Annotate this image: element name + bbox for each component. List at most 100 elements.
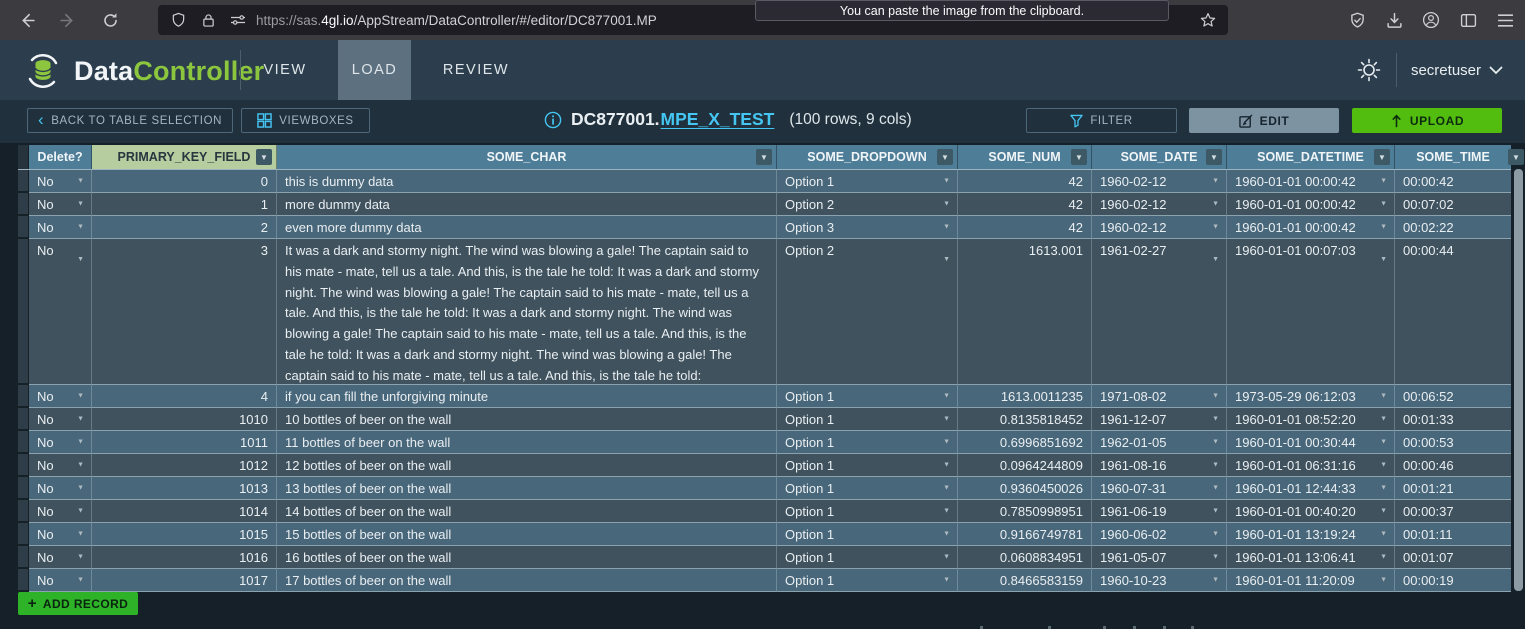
cell-some-num[interactable]: 1613.0011235 bbox=[958, 385, 1092, 408]
cell-primary-key[interactable]: 1013 bbox=[92, 477, 277, 500]
cell-some-num[interactable]: 42 bbox=[958, 193, 1092, 216]
cell-some-num[interactable]: 42 bbox=[958, 170, 1092, 193]
cell-some-char[interactable]: 17 bottles of beer on the wall bbox=[277, 569, 777, 592]
column-header-some-date[interactable]: SOME_DATE▼ bbox=[1092, 145, 1227, 169]
row-handle[interactable] bbox=[18, 385, 29, 408]
row-handle[interactable] bbox=[18, 500, 29, 523]
dropdown-caret-icon[interactable]: ▼ bbox=[1380, 171, 1387, 192]
dropdown-caret-icon[interactable]: ▼ bbox=[943, 547, 950, 568]
cell-delete[interactable]: No▼ bbox=[29, 193, 92, 216]
cell-some-time[interactable]: 00:01:33 bbox=[1395, 408, 1511, 431]
cell-some-dropdown[interactable]: Option 2▼ bbox=[777, 239, 958, 385]
dropdown-caret-icon[interactable]: ▼ bbox=[1212, 409, 1219, 430]
cell-primary-key[interactable]: 1016 bbox=[92, 546, 277, 569]
cell-some-dropdown[interactable]: Option 1▼ bbox=[777, 408, 958, 431]
row-handle[interactable] bbox=[18, 239, 29, 385]
row-handle[interactable] bbox=[18, 546, 29, 569]
cell-some-datetime[interactable]: 1960-01-01 00:30:44▼ bbox=[1227, 431, 1395, 454]
cell-primary-key[interactable]: 1 bbox=[92, 193, 277, 216]
column-header-primary-key-field[interactable]: PRIMARY_KEY_FIELD▼ bbox=[92, 145, 277, 169]
dropdown-caret-icon[interactable]: ▼ bbox=[943, 501, 950, 522]
cell-some-datetime[interactable]: 1960-01-01 00:07:03▼ bbox=[1227, 239, 1395, 385]
dropdown-caret-icon[interactable]: ▼ bbox=[1212, 171, 1219, 192]
dropdown-caret-icon[interactable]: ▼ bbox=[943, 250, 950, 271]
cell-some-datetime[interactable]: 1960-01-01 00:00:42▼ bbox=[1227, 170, 1395, 193]
cell-some-date[interactable]: 1960-07-31▼ bbox=[1092, 477, 1227, 500]
dropdown-caret-icon[interactable]: ▼ bbox=[1380, 217, 1387, 238]
viewboxes-button[interactable]: VIEWBOXES bbox=[241, 108, 370, 133]
bookmark-star-icon[interactable] bbox=[1198, 10, 1218, 30]
dropdown-caret-icon[interactable]: ▼ bbox=[77, 455, 84, 476]
dropdown-caret-icon[interactable]: ▼ bbox=[1212, 386, 1219, 407]
permissions-icon[interactable] bbox=[228, 10, 248, 30]
filter-button[interactable]: FILTER bbox=[1026, 108, 1177, 133]
cell-primary-key[interactable]: 1014 bbox=[92, 500, 277, 523]
dropdown-caret-icon[interactable]: ▼ bbox=[1380, 432, 1387, 453]
dropdown-caret-icon[interactable]: ▼ bbox=[943, 432, 950, 453]
cell-some-datetime[interactable]: 1973-05-29 06:12:03▼ bbox=[1227, 385, 1395, 408]
cell-some-char[interactable]: 16 bottles of beer on the wall bbox=[277, 546, 777, 569]
cell-some-char[interactable]: 15 bottles of beer on the wall bbox=[277, 523, 777, 546]
dropdown-caret-icon[interactable]: ▼ bbox=[77, 250, 84, 271]
filter-dropdown-icon[interactable]: ▼ bbox=[1071, 149, 1087, 165]
row-handle[interactable] bbox=[18, 216, 29, 239]
cell-some-time[interactable]: 00:00:42 bbox=[1395, 170, 1511, 193]
dropdown-caret-icon[interactable]: ▼ bbox=[943, 524, 950, 545]
cell-some-time[interactable]: 00:01:21 bbox=[1395, 477, 1511, 500]
cell-delete[interactable]: No▼ bbox=[29, 408, 92, 431]
dropdown-caret-icon[interactable]: ▼ bbox=[1212, 194, 1219, 215]
cell-some-dropdown[interactable]: Option 1▼ bbox=[777, 546, 958, 569]
dropdown-caret-icon[interactable]: ▼ bbox=[943, 409, 950, 430]
cell-some-num[interactable]: 0.0608834951 bbox=[958, 546, 1092, 569]
row-handle[interactable] bbox=[18, 523, 29, 546]
column-header-some-time[interactable]: SOME_TIME▼ bbox=[1395, 145, 1511, 169]
dropdown-caret-icon[interactable]: ▼ bbox=[77, 386, 84, 407]
cell-delete[interactable]: No▼ bbox=[29, 216, 92, 239]
cell-some-date[interactable]: 1960-02-12▼ bbox=[1092, 193, 1227, 216]
cell-some-datetime[interactable]: 1960-01-01 12:44:33▼ bbox=[1227, 477, 1395, 500]
dropdown-caret-icon[interactable]: ▼ bbox=[943, 570, 950, 591]
dropdown-caret-icon[interactable]: ▼ bbox=[1380, 250, 1387, 271]
dropdown-caret-icon[interactable]: ▼ bbox=[1212, 570, 1219, 591]
dropdown-caret-icon[interactable]: ▼ bbox=[1380, 455, 1387, 476]
cell-primary-key[interactable]: 2 bbox=[92, 216, 277, 239]
dropdown-caret-icon[interactable]: ▼ bbox=[1380, 478, 1387, 499]
table-name-link[interactable]: MPE_X_TEST bbox=[661, 109, 775, 130]
protections-shield-icon[interactable] bbox=[1345, 8, 1369, 32]
cell-some-datetime[interactable]: 1960-01-01 11:20:09▼ bbox=[1227, 569, 1395, 592]
cell-primary-key[interactable]: 0 bbox=[92, 170, 277, 193]
cell-delete[interactable]: No▼ bbox=[29, 170, 92, 193]
cell-some-datetime[interactable]: 1960-01-01 13:06:41▼ bbox=[1227, 546, 1395, 569]
url-text[interactable]: https://sas.4gl.io/AppStream/DataControl… bbox=[256, 13, 657, 28]
cell-delete[interactable]: No▼ bbox=[29, 454, 92, 477]
filter-dropdown-icon[interactable]: ▼ bbox=[256, 149, 272, 165]
cell-some-date[interactable]: 1961-05-07▼ bbox=[1092, 546, 1227, 569]
row-handle[interactable] bbox=[18, 170, 29, 193]
cell-some-dropdown[interactable]: Option 1▼ bbox=[777, 500, 958, 523]
tab-view[interactable]: VIEW bbox=[252, 40, 318, 100]
cell-some-datetime[interactable]: 1960-01-01 00:00:42▼ bbox=[1227, 216, 1395, 239]
cell-some-char[interactable]: this is dummy data bbox=[277, 170, 777, 193]
back-nav-icon[interactable] bbox=[14, 8, 38, 32]
cell-some-date[interactable]: 1962-01-05▼ bbox=[1092, 431, 1227, 454]
column-header-some-dropdown[interactable]: SOME_DROPDOWN▼ bbox=[777, 145, 958, 169]
cell-some-dropdown[interactable]: Option 3▼ bbox=[777, 216, 958, 239]
cell-some-date[interactable]: 1961-06-19▼ bbox=[1092, 500, 1227, 523]
row-handle[interactable] bbox=[18, 431, 29, 454]
cell-some-char[interactable]: It was a dark and stormy night. The wind… bbox=[277, 239, 777, 385]
cell-some-time[interactable]: 00:00:19 bbox=[1395, 569, 1511, 592]
cell-some-time[interactable]: 00:06:52 bbox=[1395, 385, 1511, 408]
cell-some-datetime[interactable]: 1960-01-01 06:31:16▼ bbox=[1227, 454, 1395, 477]
cell-some-dropdown[interactable]: Option 1▼ bbox=[777, 385, 958, 408]
menu-hamburger-icon[interactable] bbox=[1493, 8, 1517, 32]
cell-some-char[interactable]: 11 bottles of beer on the wall bbox=[277, 431, 777, 454]
row-handle[interactable] bbox=[18, 408, 29, 431]
cell-some-char[interactable]: even more dummy data bbox=[277, 216, 777, 239]
cell-some-dropdown[interactable]: Option 1▼ bbox=[777, 523, 958, 546]
cell-some-num[interactable]: 0.8135818452 bbox=[958, 408, 1092, 431]
shield-icon[interactable] bbox=[168, 10, 188, 30]
user-chevron-down-icon[interactable] bbox=[1489, 66, 1503, 75]
cell-delete[interactable]: No▼ bbox=[29, 385, 92, 408]
cell-some-char[interactable]: 14 bottles of beer on the wall bbox=[277, 500, 777, 523]
row-handle[interactable] bbox=[18, 477, 29, 500]
